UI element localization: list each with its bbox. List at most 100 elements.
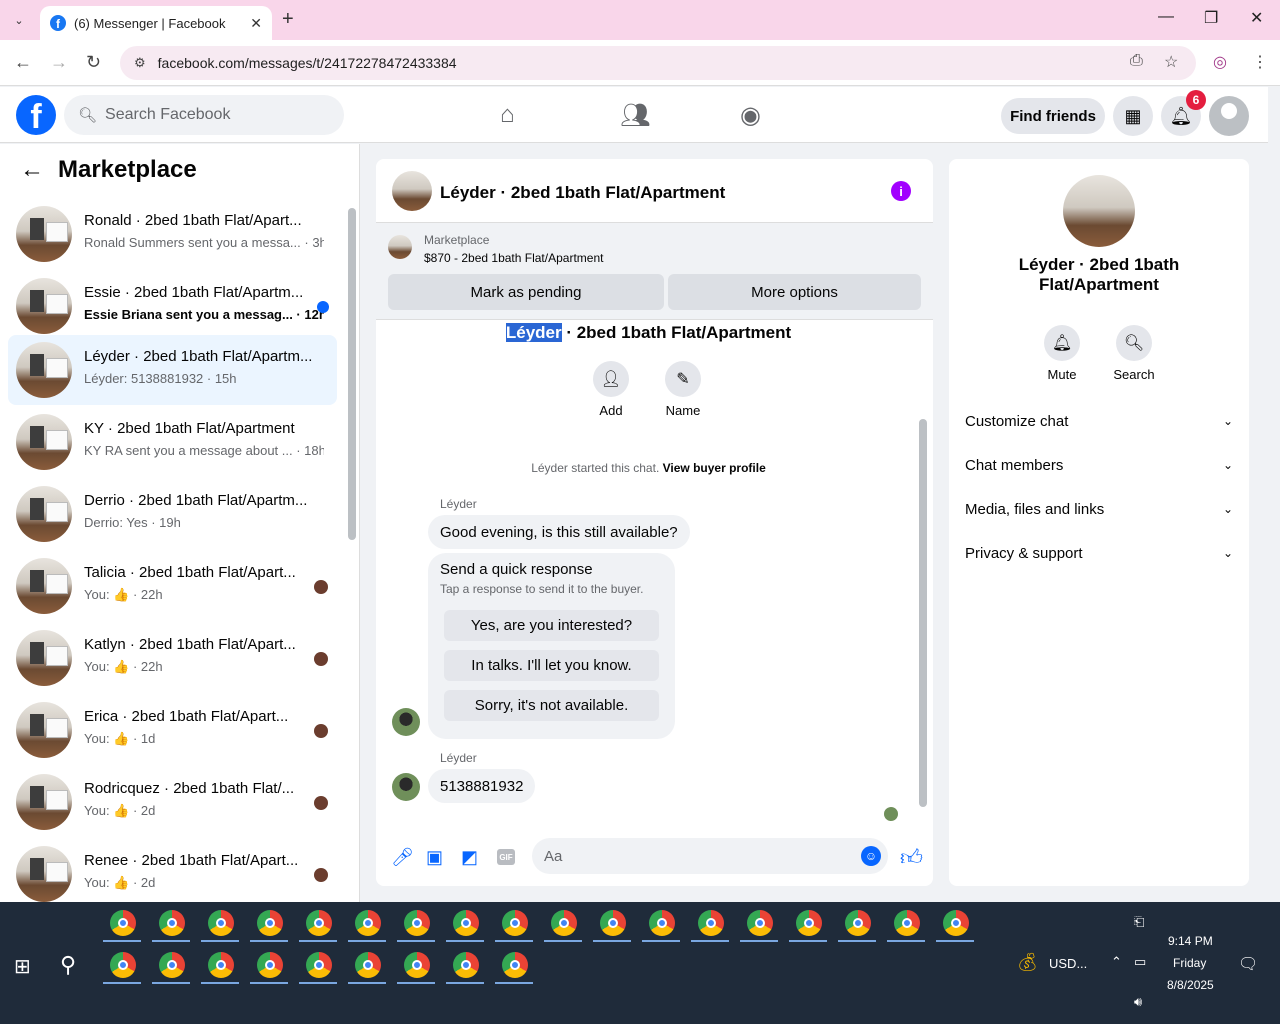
chrome-taskbar-icon[interactable] xyxy=(404,952,430,978)
conversation-item[interactable]: Rodricquez · 2bed 1bath Flat/... You: 👍 ·… xyxy=(8,767,337,837)
chrome-taskbar-icon[interactable] xyxy=(257,952,283,978)
message-input[interactable]: Aa xyxy=(532,838,888,874)
search-in-chat-button[interactable]: 🔍︎ Search xyxy=(1104,325,1164,382)
conversation-item[interactable]: Erica · 2bed 1bath Flat/Apart... You: 👍 ·… xyxy=(8,695,337,765)
mark-as-pending-button[interactable]: Mark as pending xyxy=(388,274,664,310)
conversation-item[interactable]: Katlyn · 2bed 1bath Flat/Apart... You: 👍 … xyxy=(8,623,337,693)
notification-center-icon[interactable]: 🗨︎ xyxy=(1238,954,1258,974)
chrome-taskbar-icon[interactable] xyxy=(355,952,381,978)
page-scrollbar[interactable] xyxy=(1268,87,1280,902)
reload-icon[interactable]: ↻ xyxy=(86,52,101,73)
thread-scrollbar[interactable] xyxy=(917,321,929,821)
chrome-taskbar-icon[interactable] xyxy=(404,910,430,936)
conversation-item[interactable]: Renee · 2bed 1bath Flat/Apart... You: 👍 ·… xyxy=(8,839,337,902)
chrome-taskbar-icon[interactable] xyxy=(208,952,234,978)
conversation-item[interactable]: Ronald · 2bed 1bath Flat/Apart... Ronald … xyxy=(8,199,337,269)
details-avatar[interactable] xyxy=(1063,175,1135,247)
site-info-icon[interactable]: ⚙ xyxy=(134,55,146,71)
chrome-taskbar-icon[interactable] xyxy=(796,910,822,936)
chrome-taskbar-icon[interactable] xyxy=(502,910,528,936)
media-files-section[interactable]: Media, files and links ⌄ xyxy=(965,497,1233,521)
chrome-taskbar-icon[interactable] xyxy=(698,910,724,936)
chrome-taskbar-icon[interactable] xyxy=(943,910,969,936)
menu-grid-icon[interactable]: ▦ xyxy=(1113,96,1153,136)
restore-icon[interactable]: ❐ xyxy=(1204,8,1218,28)
add-people-button[interactable]: 👤︎ Add xyxy=(581,361,641,418)
conversation-item[interactable]: Essie · 2bed 1bath Flat/Apartm... Essie B… xyxy=(8,271,337,341)
view-buyer-profile-link[interactable]: View buyer profile xyxy=(663,461,766,475)
friends-icon[interactable]: 👥︎ xyxy=(620,101,650,130)
home-icon[interactable]: ⌂ xyxy=(500,101,515,129)
forward-icon[interactable]: → xyxy=(50,52,68,73)
chat-members-section[interactable]: Chat members ⌄ xyxy=(965,453,1233,477)
chrome-taskbar-icon[interactable] xyxy=(208,910,234,936)
minimize-icon[interactable]: — xyxy=(1158,8,1174,26)
volume-icon[interactable]: 🔊︎ xyxy=(1134,994,1142,1010)
chrome-taskbar-icon[interactable] xyxy=(159,910,185,936)
listing-title[interactable]: $870 - 2bed 1bath Flat/Apartment xyxy=(424,251,603,265)
quick-response-option[interactable]: Yes, are you interested? xyxy=(444,610,659,641)
bookmark-star-icon[interactable]: ☆ xyxy=(1164,52,1178,72)
chrome-taskbar-icon[interactable] xyxy=(845,910,871,936)
facebook-search-input[interactable]: 🔍︎ Search Facebook xyxy=(64,95,344,135)
find-friends-button[interactable]: Find friends xyxy=(1001,98,1105,134)
mute-button[interactable]: 🔔︎ Mute xyxy=(1032,325,1092,382)
taskbar-search-icon[interactable]: ⚲ xyxy=(60,952,76,978)
privacy-support-section[interactable]: Privacy & support ⌄ xyxy=(965,541,1233,565)
conversation-item[interactable]: KY · 2bed 1bath Flat/Apartment KY RA sent… xyxy=(8,407,337,477)
list-scrollbar[interactable] xyxy=(346,196,358,902)
groups-icon[interactable]: ◉ xyxy=(740,101,761,130)
currency-widget-text[interactable]: USD... xyxy=(1049,956,1087,971)
new-tab-icon[interactable]: + xyxy=(282,8,294,31)
sticker-icon[interactable]: ◩ xyxy=(461,847,478,868)
windows-start-icon[interactable]: ⊞ xyxy=(14,954,31,979)
clock-time[interactable]: 9:14 PM xyxy=(1168,934,1213,948)
browser-tab[interactable]: f (6) Messenger | Facebook ✕ xyxy=(40,6,272,40)
chrome-taskbar-icon[interactable] xyxy=(257,910,283,936)
chrome-taskbar-icon[interactable] xyxy=(453,910,479,936)
conversation-item[interactable]: Talicia · 2bed 1bath Flat/Apart... You: 👍… xyxy=(8,551,337,621)
currency-widget-icon[interactable]: 💰︎ xyxy=(1016,952,1039,973)
chrome-taskbar-icon[interactable] xyxy=(894,910,920,936)
photo-icon[interactable]: ▣ xyxy=(426,847,443,868)
like-thumb-icon[interactable]: 👍︎ xyxy=(900,844,923,871)
facebook-logo-icon[interactable]: f xyxy=(16,95,56,135)
chrome-taskbar-icon[interactable] xyxy=(551,910,577,936)
conversation-item[interactable]: Derrio · 2bed 1bath Flat/Apartm... Derrio… xyxy=(8,479,337,549)
clock-day[interactable]: Friday xyxy=(1173,956,1206,970)
gif-icon[interactable]: GIF xyxy=(497,849,515,865)
chrome-taskbar-icon[interactable] xyxy=(159,952,185,978)
tray-chevron-up-icon[interactable]: ⌃ xyxy=(1111,954,1122,970)
chat-avatar[interactable] xyxy=(392,171,432,211)
network-icon[interactable]: ▭ xyxy=(1134,954,1146,970)
install-app-icon[interactable]: ⎙ xyxy=(1130,52,1143,70)
chrome-taskbar-icon[interactable] xyxy=(649,910,675,936)
chrome-taskbar-icon[interactable] xyxy=(502,952,528,978)
chrome-taskbar-icon[interactable] xyxy=(600,910,626,936)
account-avatar[interactable] xyxy=(1209,96,1249,136)
back-arrow-icon[interactable]: ← xyxy=(20,156,44,184)
chat-title[interactable]: Léyder · 2bed 1bath Flat/Apartment xyxy=(440,183,725,203)
close-tab-icon[interactable]: ✕ xyxy=(250,15,262,32)
sender-avatar[interactable] xyxy=(392,708,420,736)
message-bubble[interactable]: Good evening, is this still available? xyxy=(428,515,690,549)
more-options-button[interactable]: More options xyxy=(668,274,921,310)
quick-response-option[interactable]: Sorry, it's not available. xyxy=(444,690,659,721)
clock-date[interactable]: 8/8/2025 xyxy=(1167,978,1214,992)
menu-kebab-icon[interactable]: ⋮ xyxy=(1252,52,1268,72)
chrome-taskbar-icon[interactable] xyxy=(355,910,381,936)
back-icon[interactable]: ← xyxy=(14,52,32,73)
meet-now-icon[interactable]: ⎗ xyxy=(1134,914,1144,930)
info-icon[interactable]: i xyxy=(891,181,911,201)
chrome-taskbar-icon[interactable] xyxy=(747,910,773,936)
close-window-icon[interactable]: ✕ xyxy=(1250,8,1263,28)
microphone-icon[interactable]: 🎤︎ xyxy=(391,847,414,868)
profile-icon[interactable]: ◎ xyxy=(1213,52,1227,72)
tab-search-icon[interactable]: ⌄ xyxy=(6,8,32,32)
customize-chat-section[interactable]: Customize chat ⌄ xyxy=(965,409,1233,433)
chrome-taskbar-icon[interactable] xyxy=(453,952,479,978)
quick-response-option[interactable]: In talks. I'll let you know. xyxy=(444,650,659,681)
name-chat-button[interactable]: ✎ Name xyxy=(653,361,713,418)
sender-avatar[interactable] xyxy=(392,773,420,801)
message-bubble[interactable]: 5138881932 xyxy=(428,769,536,803)
